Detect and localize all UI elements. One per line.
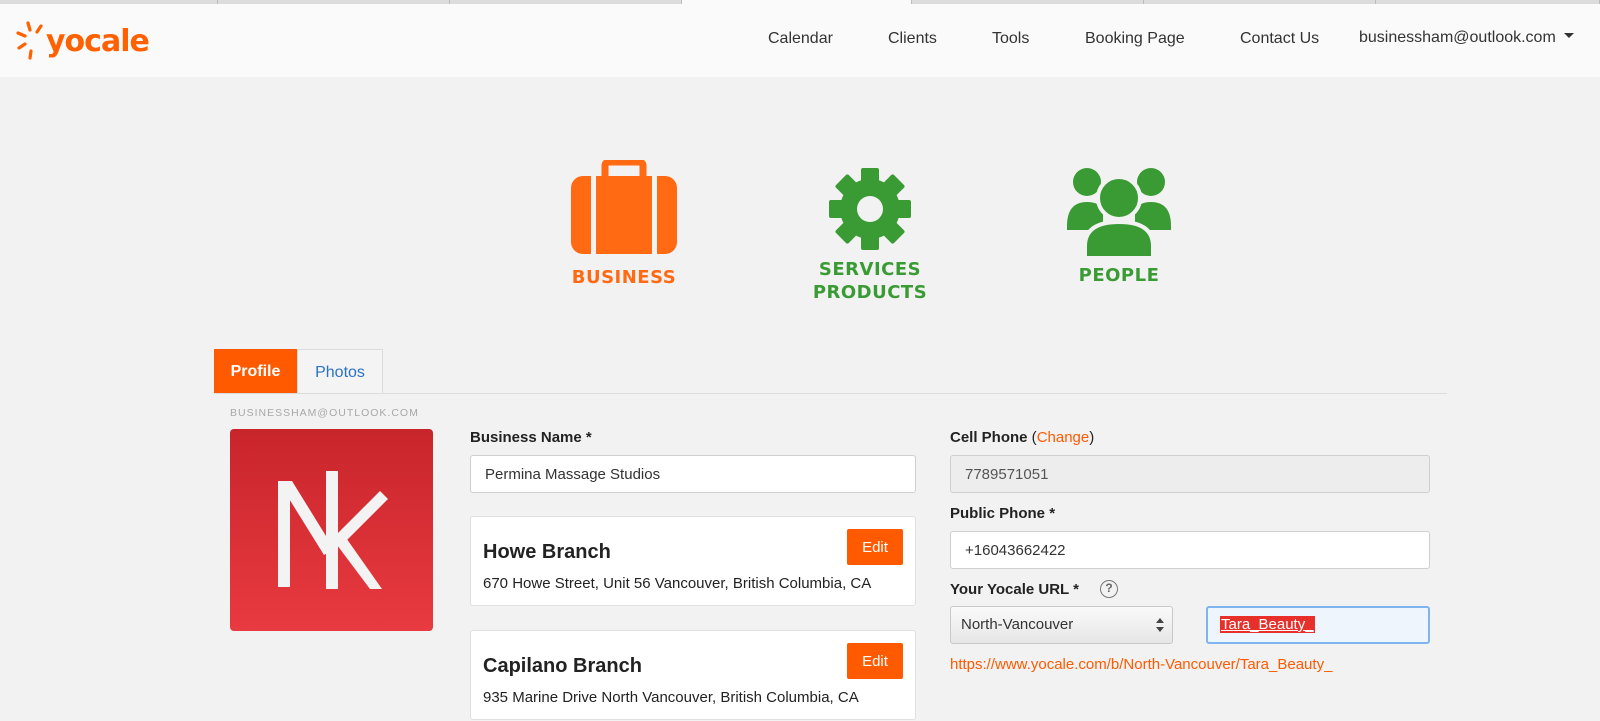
change-phone-link[interactable]: Change bbox=[1037, 429, 1090, 446]
yocale-url-preview-link[interactable]: https://www.yocale.com/b/North-Vancouver… bbox=[950, 656, 1332, 673]
nav-contact-us[interactable]: Contact Us bbox=[1240, 30, 1319, 48]
help-icon[interactable]: ? bbox=[1100, 580, 1118, 598]
yocale-logo[interactable]: yocale bbox=[16, 18, 150, 66]
required-mark: * bbox=[585, 429, 592, 446]
account-menu[interactable]: businessham@outlook.com bbox=[1359, 29, 1574, 47]
paren-close: ) bbox=[1089, 429, 1095, 446]
top-header: yocale Calendar Clients Tools Booking Pa… bbox=[0, 4, 1600, 77]
services-label: SERVICES bbox=[818, 259, 922, 280]
business-name-input[interactable] bbox=[470, 455, 916, 493]
yocale-url-label-text: Your Yocale URL bbox=[950, 581, 1069, 598]
people-icon bbox=[1067, 168, 1171, 260]
nav-calendar[interactable]: Calendar bbox=[768, 30, 833, 48]
nk-logo-mark bbox=[278, 471, 388, 589]
people-label: PEOPLE bbox=[1078, 265, 1160, 286]
nav-clients[interactable]: Clients bbox=[888, 30, 937, 48]
business-logo-image[interactable] bbox=[230, 429, 433, 631]
city-select[interactable]: North-Vancouver bbox=[950, 606, 1173, 644]
tab-profile[interactable]: Profile bbox=[214, 349, 297, 394]
tab-photos[interactable]: Photos bbox=[297, 349, 383, 394]
gear-icon bbox=[829, 168, 911, 250]
required-mark: * bbox=[1073, 581, 1079, 598]
edit-branch-button[interactable]: Edit bbox=[847, 643, 903, 679]
products-label: PRODUCTS bbox=[812, 282, 928, 303]
branch-address: 935 Marine Drive North Vancouver, Britis… bbox=[483, 689, 859, 706]
business-label: BUSINESS bbox=[571, 267, 677, 288]
nav-booking-page[interactable]: Booking Page bbox=[1085, 30, 1185, 48]
business-name-label: Business Name * bbox=[470, 429, 592, 446]
city-select-value: North-Vancouver bbox=[961, 616, 1074, 633]
paren-open: ( bbox=[1027, 429, 1037, 446]
briefcase-icon bbox=[571, 160, 677, 254]
required-mark: * bbox=[1049, 505, 1056, 522]
select-arrows-icon bbox=[1156, 618, 1164, 634]
branch-card-howe: Howe Branch 670 Howe Street, Unit 56 Van… bbox=[470, 516, 916, 606]
branch-address: 670 Howe Street, Unit 56 Vancouver, Brit… bbox=[483, 575, 872, 592]
url-slug-input[interactable]: Tara_Beauty_ bbox=[1206, 606, 1430, 644]
branch-card-capilano: Capilano Branch 935 Marine Drive North V… bbox=[470, 630, 916, 720]
branch-name: Capilano Branch bbox=[483, 655, 642, 677]
public-phone-input[interactable] bbox=[950, 531, 1430, 569]
cell-phone-label: Cell Phone (Change) bbox=[950, 429, 1094, 446]
account-email: businessham@outlook.com bbox=[1359, 29, 1556, 46]
sun-icon bbox=[16, 21, 43, 60]
caret-down-icon bbox=[1563, 33, 1574, 39]
business-name-label-text: Business Name bbox=[470, 429, 582, 446]
public-phone-label: Public Phone * bbox=[950, 505, 1055, 522]
branch-name: Howe Branch bbox=[483, 541, 611, 563]
tabs-divider bbox=[214, 393, 1447, 394]
account-email-caption: BUSINESSHAM@OUTLOOK.COM bbox=[230, 407, 419, 419]
nav-tools[interactable]: Tools bbox=[992, 30, 1029, 48]
edit-branch-button[interactable]: Edit bbox=[847, 529, 903, 565]
public-phone-label-text: Public Phone bbox=[950, 505, 1046, 522]
yocale-url-label: Your Yocale URL * bbox=[950, 581, 1079, 598]
business-section-button[interactable]: BUSINESS bbox=[566, 160, 682, 289]
cell-phone-label-text: Cell Phone bbox=[950, 429, 1028, 446]
cell-phone-input bbox=[950, 455, 1430, 493]
logo-text: yocale bbox=[46, 24, 150, 59]
services-products-section-button[interactable]: SERVICES PRODUCTS bbox=[806, 160, 934, 304]
url-slug-selected-text: Tara_Beauty_ bbox=[1220, 616, 1315, 633]
people-section-button[interactable]: PEOPLE bbox=[1064, 160, 1174, 287]
